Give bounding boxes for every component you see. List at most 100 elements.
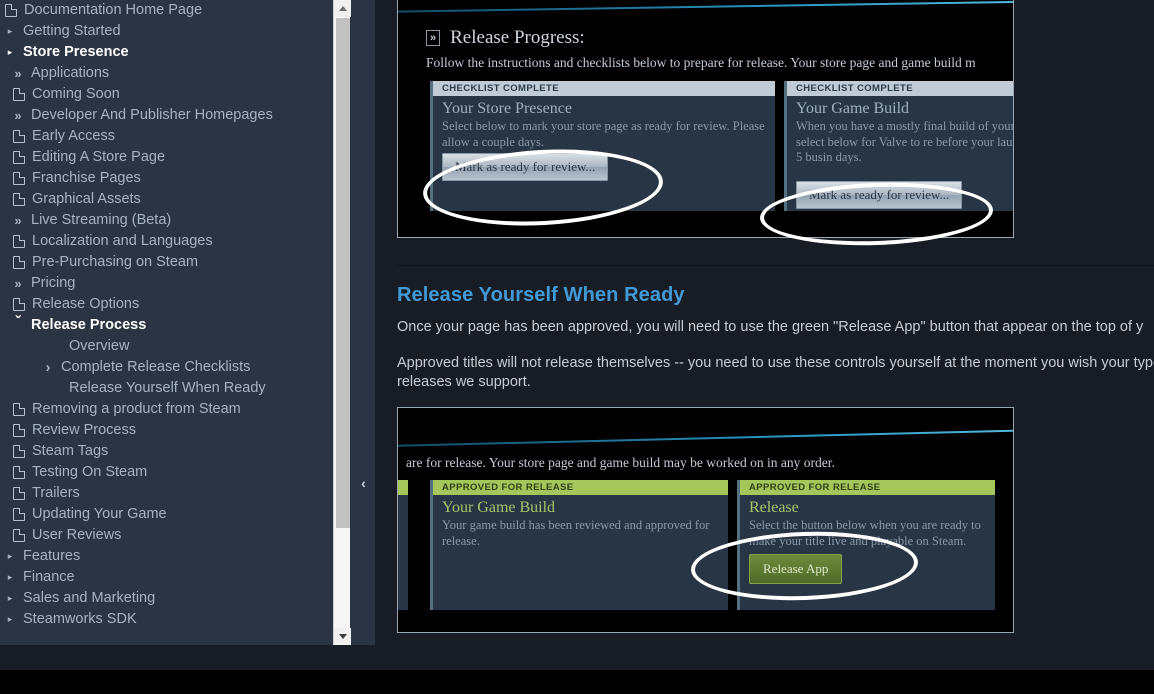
app-root: Documentation Home Page Getting Started St…: [0, 0, 1154, 694]
release-progress-screenshot: » Release Progress: Follow the instructi…: [397, 0, 1014, 238]
document-icon: [13, 255, 26, 269]
sidebar-item-label: Pricing: [31, 275, 76, 291]
paragraph-release-controls: Approved titles will not release themsel…: [397, 355, 1154, 390]
sidebar-item-release-yourself-when-ready[interactable]: Release Yourself When Ready: [0, 378, 352, 399]
sidebar-item-documentation-home-page[interactable]: Documentation Home Page: [0, 0, 352, 21]
sidebar-item-applications[interactable]: Applications: [0, 63, 352, 84]
double-chevron-icon: [10, 273, 26, 295]
sidebar-item-pricing[interactable]: Pricing: [0, 273, 352, 294]
sidebar-item-overview[interactable]: Overview: [0, 336, 352, 357]
sidebar-item-label: Updating Your Game: [32, 506, 167, 522]
document-icon: [13, 423, 26, 437]
screenshot-canvas: are for release. Your store page and gam…: [398, 408, 1013, 632]
sidebar-item-label: Store Presence: [23, 44, 129, 60]
sidebar-item-label: Getting Started: [23, 23, 121, 39]
card-title: Release: [749, 499, 799, 516]
screenshot-canvas: » Release Progress: Follow the instructi…: [398, 0, 1013, 237]
expand-double-chevron-icon[interactable]: »: [426, 30, 441, 46]
document-icon: [13, 507, 26, 521]
sidebar-item-label: Localization and Languages: [32, 233, 213, 249]
sidebar-item-label: Developer And Publisher Homepages: [31, 107, 273, 123]
sidebar-item-coming-soon[interactable]: Coming Soon: [0, 84, 352, 105]
sidebar-item-removing-a-product-from-steam[interactable]: Removing a product from Steam: [0, 399, 352, 420]
sidebar-item-label: Documentation Home Page: [24, 2, 203, 18]
card-title: Your Game Build: [796, 100, 910, 117]
sidebar-item-user-reviews[interactable]: User Reviews: [0, 525, 352, 546]
document-icon: [13, 87, 26, 101]
sidebar-item-developer-and-publisher-homepages[interactable]: Developer And Publisher Homepages: [0, 105, 352, 126]
paragraph-approved-release: Once your page has been approved, you wi…: [397, 319, 1144, 335]
sidebar-item-features[interactable]: Features: [0, 546, 352, 567]
sidebar-item-release-process[interactable]: Release Process: [0, 315, 352, 336]
documentation-page: Documentation Home Page Getting Started St…: [0, 0, 1154, 670]
mark-as-ready-for-review-button-store[interactable]: Mark as ready for review...: [442, 153, 609, 181]
sidebar-item-release-options[interactable]: Release Options: [0, 294, 352, 315]
sidebar-item-review-process[interactable]: Review Process: [0, 420, 352, 441]
scroll-down-arrow-icon[interactable]: [334, 628, 351, 645]
sidebar-item-live-streaming-beta[interactable]: Live Streaming (Beta): [0, 210, 352, 231]
document-icon: [13, 129, 26, 143]
sidebar-item-steamworks-sdk[interactable]: Steamworks SDK: [0, 609, 352, 630]
bullet-right-icon: [2, 546, 18, 567]
scroll-up-arrow-icon[interactable]: [334, 0, 351, 17]
bullet-right-icon: [2, 609, 18, 630]
sidebar-item-label: Early Access: [32, 128, 115, 144]
sidebar-item-steam-tags[interactable]: Steam Tags: [0, 441, 352, 462]
sidebar-item-franchise-pages[interactable]: Franchise Pages: [0, 168, 352, 189]
bullet-right-icon: [2, 21, 18, 42]
sidebar-item-sales-and-marketing[interactable]: Sales and Marketing: [0, 588, 352, 609]
sidebar-item-label: Review Process: [32, 422, 136, 438]
sidebar-item-finance[interactable]: Finance: [0, 567, 352, 588]
document-icon: [13, 486, 26, 500]
card-banner-checklist-complete: CHECKLIST COMPLETE: [433, 81, 775, 96]
sidebar-item-label: Trailers: [32, 485, 80, 501]
mark-as-ready-for-review-button-build[interactable]: Mark as ready for review...: [796, 181, 963, 209]
double-chevron-icon: [10, 105, 26, 127]
steam-header-accent-line: [398, 0, 1013, 13]
card-banner-checklist-complete: CHECKLIST COMPLETE: [787, 81, 1013, 96]
page-title: Release Yourself When Ready: [397, 284, 685, 306]
release-progress-subtitle: Follow the instructions and checklists b…: [426, 55, 976, 70]
sidebar-item-label: Release Options: [32, 296, 140, 312]
sidebar-nav-list: Documentation Home Page Getting Started St…: [0, 0, 352, 630]
card-title: Your Game Build: [442, 499, 556, 516]
sidebar-item-complete-release-checklists[interactable]: Complete Release Checklists: [0, 357, 352, 378]
bottom-black-bar: [0, 670, 1154, 694]
approved-for-release-screenshot: are for release. Your store page and gam…: [397, 407, 1014, 633]
sidebar-item-label: Features: [23, 548, 81, 564]
card-your-game-build-approved: APPROVED FOR RELEASE Your Game Build You…: [430, 480, 728, 610]
scrollbar-thumb[interactable]: [336, 18, 350, 528]
section-divider: [397, 265, 1154, 266]
sidebar-item-label: Steam Tags: [32, 443, 109, 459]
sidebar-item-label: Release Process: [31, 317, 147, 333]
sidebar-item-label: Steamworks SDK: [23, 611, 137, 627]
sidebar-item-label: Pre-Purchasing on Steam: [32, 254, 199, 270]
sidebar-item-label: Graphical Assets: [32, 191, 141, 207]
double-chevron-icon: [10, 63, 26, 85]
sidebar-item-label: Applications: [31, 65, 110, 81]
sidebar-item-pre-purchasing-on-steam[interactable]: Pre-Purchasing on Steam: [0, 252, 352, 273]
document-icon: [13, 528, 26, 542]
sidebar-item-store-presence[interactable]: Store Presence: [0, 42, 352, 63]
release-app-button[interactable]: Release App: [749, 554, 843, 584]
sidebar-item-label: Overview: [69, 338, 130, 354]
sidebar-item-localization-and-languages[interactable]: Localization and Languages: [0, 231, 352, 252]
document-icon: [5, 3, 18, 17]
sidebar-item-editing-a-store-page[interactable]: Editing A Store Page: [0, 147, 352, 168]
sidebar-item-early-access[interactable]: Early Access: [0, 126, 352, 147]
card-your-game-build: CHECKLIST COMPLETE Your Game Build When …: [784, 81, 1013, 211]
sidebar-item-label: Removing a product from Steam: [32, 401, 241, 417]
sidebar-item-label: Editing A Store Page: [32, 149, 166, 165]
sidebar-item-testing-on-steam[interactable]: Testing On Steam: [0, 462, 352, 483]
sidebar-item-label: Franchise Pages: [32, 170, 141, 186]
sidebar-item-graphical-assets[interactable]: Graphical Assets: [0, 189, 352, 210]
sidebar-item-getting-started[interactable]: Getting Started: [0, 21, 352, 42]
sidebar-item-updating-your-game[interactable]: Updating Your Game: [0, 504, 352, 525]
sidebar-item-label: Coming Soon: [32, 86, 120, 102]
sidebar-item-trailers[interactable]: Trailers: [0, 483, 352, 504]
card-banner-approved-for-release: APPROVED FOR RELEASE: [433, 480, 728, 495]
release-progress-header: » Release Progress:: [426, 27, 585, 49]
document-icon: [13, 171, 26, 185]
sidebar-scrollbar[interactable]: [333, 0, 351, 645]
collapse-sidebar-chevron-left-icon[interactable]: ‹: [352, 470, 375, 496]
